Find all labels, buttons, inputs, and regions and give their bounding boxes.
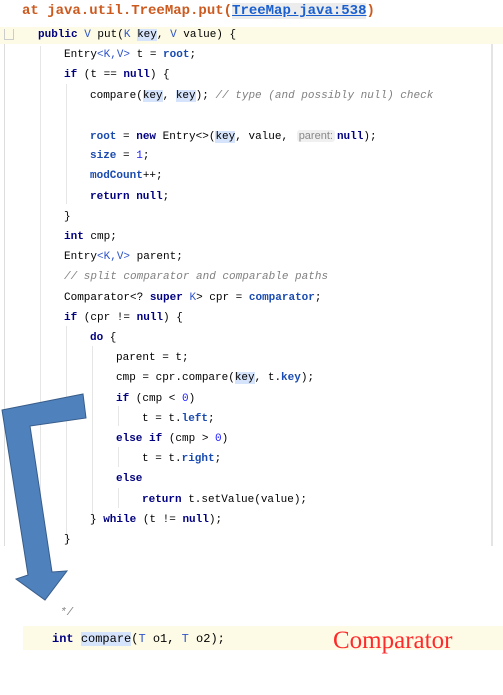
annotation-arrow — [1, 393, 87, 601]
arrow-icon — [1, 393, 87, 601]
